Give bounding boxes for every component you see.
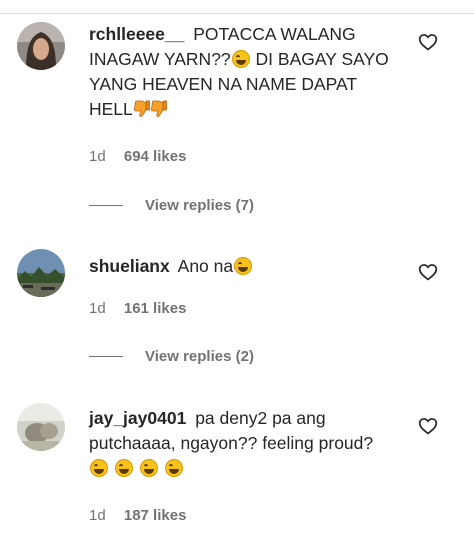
comment-body: rchlleeee__ POTACCA WALANG INAGAW YARN??… [89, 22, 389, 122]
comment-time[interactable]: 1d [89, 300, 106, 317]
comment-likes[interactable]: 161 likes [124, 300, 187, 317]
laughing-emoji-icon [114, 459, 133, 477]
avatar[interactable] [17, 22, 65, 70]
replies-dash [89, 356, 123, 357]
comment-body: jay_jay0401 pa deny2 pa ang putchaaaa, n… [89, 406, 389, 481]
view-replies-button[interactable]: View replies (7) [89, 197, 254, 214]
replies-dash [89, 205, 123, 206]
laughing-emoji-icon [90, 459, 108, 477]
laughing-emoji-icon [139, 459, 158, 477]
like-heart-icon[interactable] [418, 416, 438, 436]
view-replies-button[interactable]: View replies (2) [89, 348, 254, 365]
comment-text: Ano na [177, 256, 234, 276]
thumbs-down-emoji-icon [133, 100, 150, 118]
comment-likes[interactable]: 694 likes [124, 148, 187, 165]
laughing-emoji-icon [231, 50, 250, 68]
view-replies-label: View replies (7) [145, 197, 254, 214]
like-heart-icon[interactable] [418, 32, 438, 52]
comment-body: shuelianx Ano na [89, 254, 389, 279]
comment-likes[interactable]: 187 likes [124, 507, 187, 524]
thumbs-down-emoji-icon [150, 100, 167, 118]
comment-meta: 1d 161 likes [89, 300, 186, 317]
laughing-emoji-icon [164, 459, 183, 477]
laughing-emoji-icon [234, 257, 253, 275]
comment-meta: 1d 187 likes [89, 507, 186, 524]
view-replies-label: View replies (2) [145, 348, 254, 365]
comment-time[interactable]: 1d [89, 507, 106, 524]
avatar[interactable] [17, 249, 65, 297]
avatar[interactable] [17, 403, 65, 451]
comment-username[interactable]: shuelianx [89, 256, 170, 276]
like-heart-icon[interactable] [418, 262, 438, 282]
top-divider [0, 13, 474, 14]
comment-username[interactable]: rchlleeee__ [89, 24, 184, 44]
comment-meta: 1d 694 likes [89, 148, 186, 165]
comment-username[interactable]: jay_jay0401 [89, 408, 186, 428]
comment-time[interactable]: 1d [89, 148, 106, 165]
